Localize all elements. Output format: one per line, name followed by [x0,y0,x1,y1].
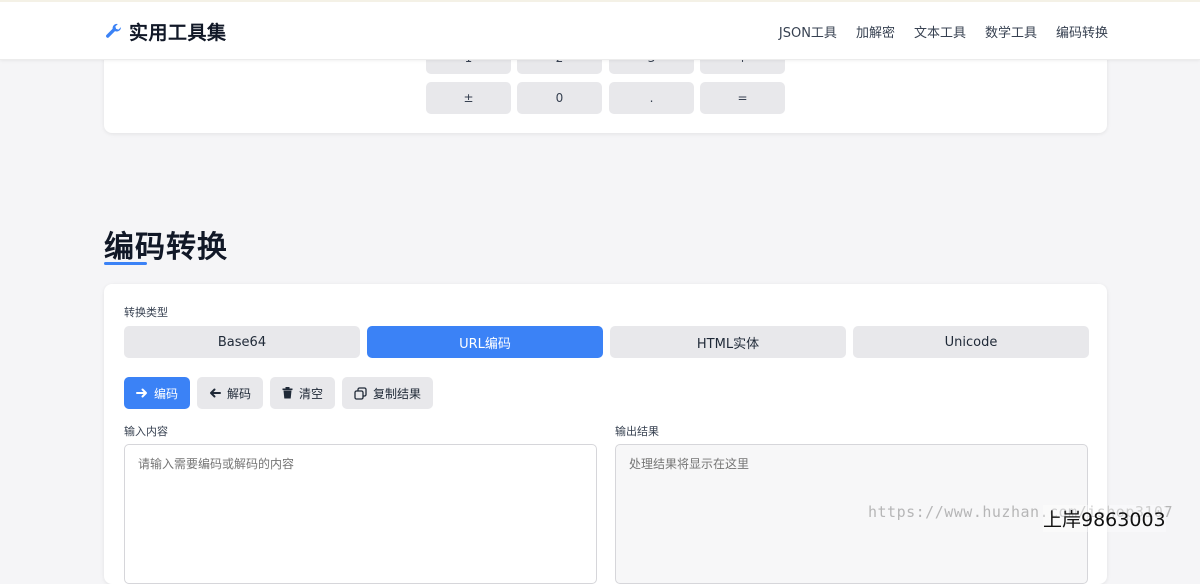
calc-key-0[interactable]: 0 [517,82,602,114]
clear-button[interactable]: 清空 [270,377,336,409]
conversion-type-label: 转换类型 [124,306,168,319]
input-textarea[interactable] [124,444,597,584]
type-tab-base64[interactable]: Base64 [124,326,360,358]
conversion-type-tabs: Base64 URL编码 HTML实体 Unicode [124,326,1089,358]
nav-crypto[interactable]: 加解密 [856,22,895,41]
clear-button-label: 清空 [299,386,324,401]
type-tab-unicode[interactable]: Unicode [853,326,1089,358]
type-tab-url[interactable]: URL编码 [367,326,603,358]
section-title: 编码转换 [104,230,228,265]
action-buttons: 编码 解码 清空 复制结果 [124,377,434,409]
brand[interactable]: 实用工具集 [104,18,227,45]
trash-icon [282,387,293,399]
arrow-left-icon [209,387,222,399]
brand-title: 实用工具集 [129,22,227,44]
decode-button[interactable]: 解码 [197,377,264,409]
encoding-card: 转换类型 Base64 URL编码 HTML实体 Unicode 编码 解码 清… [104,284,1107,584]
copy-result-button[interactable]: 复制结果 [342,377,434,409]
watermark-text: 上岸9863003 [1043,505,1166,532]
calc-key-decimal[interactable]: . [609,82,694,114]
encode-button-label: 编码 [154,386,179,401]
top-navbar: 实用工具集 JSON工具 加解密 文本工具 数学工具 编码转换 [0,0,1200,60]
arrow-right-icon [136,387,148,399]
type-tab-html-entity[interactable]: HTML实体 [610,326,846,358]
nav-text-tools[interactable]: 文本工具 [914,22,966,41]
wrench-icon [104,22,123,41]
calc-key-equals[interactable]: = [700,82,785,114]
encode-button[interactable]: 编码 [124,377,191,409]
nav-math-tools[interactable]: 数学工具 [985,22,1037,41]
section-title-underline [104,262,147,265]
output-label: 输出结果 [615,425,659,438]
copy-icon [354,386,367,400]
copy-result-button-label: 复制结果 [373,386,422,401]
input-label: 输入内容 [124,425,168,438]
main-nav: JSON工具 加解密 文本工具 数学工具 编码转换 [779,22,1108,41]
nav-json-tools[interactable]: JSON工具 [779,22,837,41]
calc-key-negate[interactable]: ± [426,82,511,114]
nav-encoding[interactable]: 编码转换 [1056,22,1108,41]
decode-button-label: 解码 [227,386,252,401]
